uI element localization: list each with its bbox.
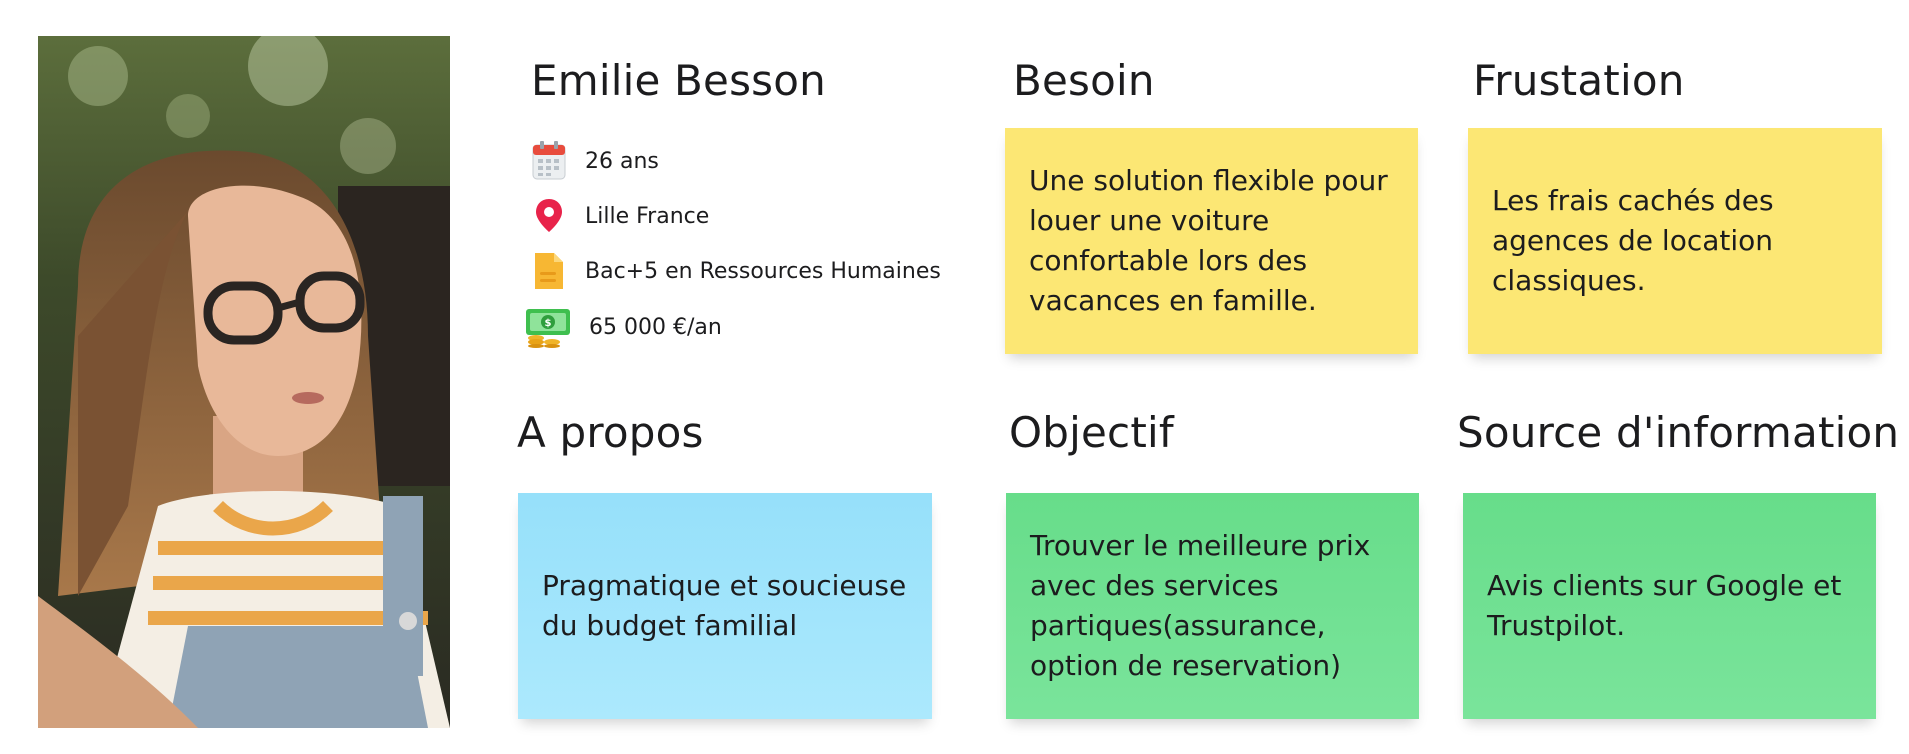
persona-photo-illustration — [38, 36, 450, 728]
besoin-text: Une solution flexible pour louer une voi… — [1029, 164, 1388, 317]
info-income-text: 65 000 €/an — [589, 314, 722, 340]
map-pin-icon — [531, 195, 567, 237]
persona-photo — [38, 36, 450, 728]
objectif-text: Trouver le meilleure prix avec des servi… — [1030, 529, 1371, 682]
source-title: Source d'information — [1457, 408, 1900, 457]
svg-text:$: $ — [545, 318, 552, 329]
frustation-note: Les frais cachés des agences de location… — [1468, 128, 1882, 354]
besoin-title: Besoin — [1013, 56, 1155, 105]
info-income: $ 65 000 €/an — [525, 306, 722, 348]
frustation-text: Les frais cachés des agences de location… — [1492, 184, 1774, 297]
source-note: Avis clients sur Google et Trustpilot. — [1463, 493, 1876, 719]
source-text: Avis clients sur Google et Trustpilot. — [1487, 569, 1842, 642]
info-education: Bac+5 en Ressources Humaines — [531, 250, 941, 292]
a-propos-text: Pragmatique et soucieuse du budget famil… — [542, 569, 907, 642]
info-location-text: Lille France — [585, 203, 710, 229]
persona-name: Emilie Besson — [531, 56, 826, 105]
frustation-title: Frustation — [1473, 56, 1685, 105]
a-propos-note: Pragmatique et soucieuse du budget famil… — [518, 493, 932, 719]
info-age: 26 ans — [531, 140, 659, 182]
objectif-title: Objectif — [1009, 408, 1174, 457]
info-age-text: 26 ans — [585, 148, 659, 174]
info-location: Lille France — [531, 195, 709, 237]
a-propos-title: A propos — [517, 408, 704, 457]
document-icon — [531, 250, 567, 292]
calendar-icon — [531, 140, 567, 182]
objectif-note: Trouver le meilleure prix avec des servi… — [1006, 493, 1419, 719]
besoin-note: Une solution flexible pour louer une voi… — [1005, 128, 1418, 354]
info-education-text: Bac+5 en Ressources Humaines — [585, 258, 941, 284]
money-icon: $ — [525, 306, 571, 348]
